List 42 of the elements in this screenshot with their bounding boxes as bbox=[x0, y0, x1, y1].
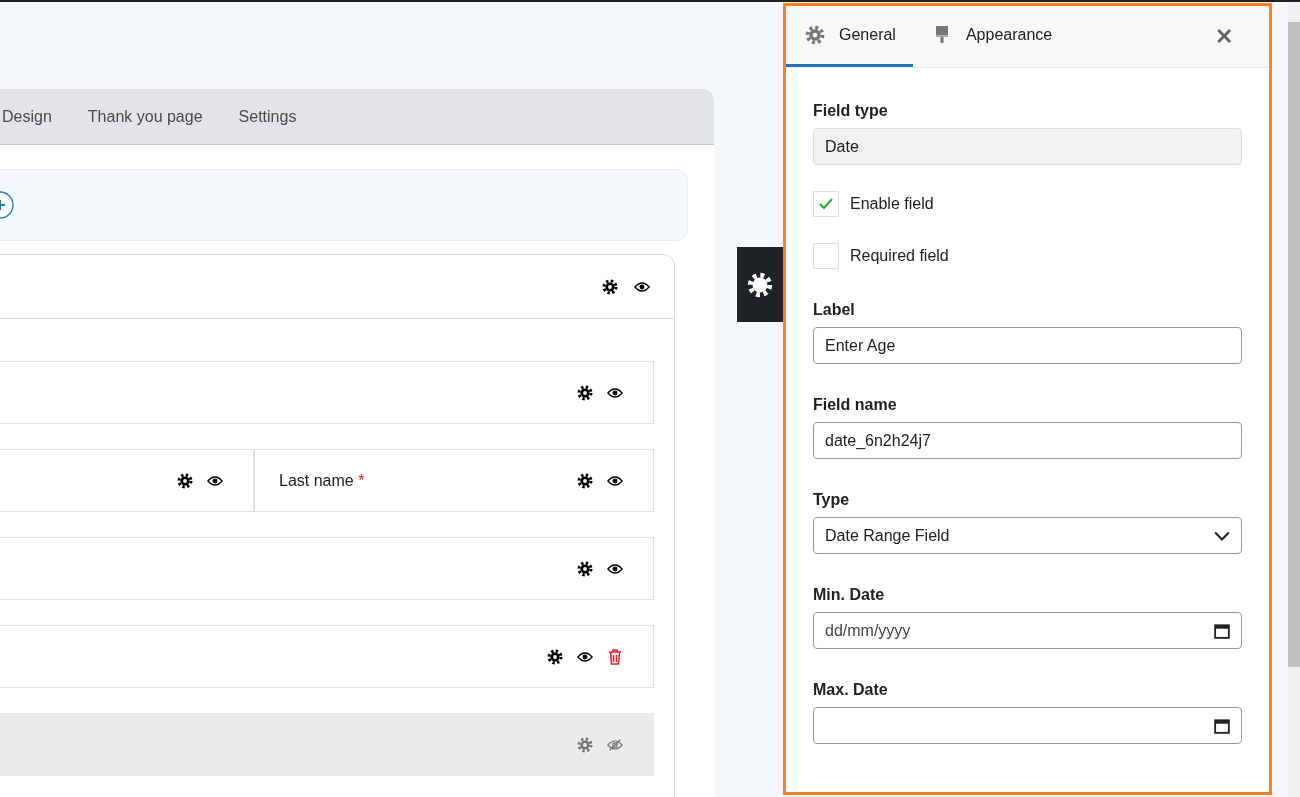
checkbox[interactable] bbox=[813, 191, 839, 217]
settings-icon[interactable] bbox=[602, 278, 618, 295]
date-field[interactable]: dd/mm/yyyy bbox=[813, 612, 1242, 649]
settings-icon[interactable] bbox=[577, 560, 593, 577]
field-label: Type bbox=[813, 491, 851, 509]
input-field[interactable]: Enter Age bbox=[813, 327, 1242, 364]
checkbox[interactable] bbox=[813, 243, 839, 269]
field-label: Max. Date bbox=[813, 681, 889, 699]
checkbox-label: Required field bbox=[850, 247, 949, 265]
field-label: Field name bbox=[813, 396, 898, 414]
checkmark-icon bbox=[819, 198, 833, 210]
panel-tab[interactable]: General bbox=[786, 6, 913, 67]
field-row[interactable] bbox=[0, 361, 654, 424]
select-field[interactable]: Date Range Field bbox=[813, 517, 1242, 554]
settings-icon[interactable] bbox=[577, 472, 593, 489]
calendar-icon[interactable] bbox=[1214, 622, 1230, 639]
field-label: Field type bbox=[813, 102, 889, 120]
gear-icon bbox=[805, 25, 825, 45]
settings-toggle[interactable] bbox=[737, 247, 783, 322]
field-label: Last name * bbox=[279, 471, 365, 490]
eye-slash-icon[interactable] bbox=[607, 736, 623, 753]
calendar-icon[interactable] bbox=[1214, 717, 1230, 734]
checkbox-label: Enable field bbox=[850, 195, 934, 213]
date-field[interactable] bbox=[813, 707, 1242, 744]
close-button[interactable]: ✕ bbox=[1215, 23, 1233, 50]
builder-tab[interactable]: Design bbox=[2, 107, 52, 126]
field-row[interactable]: Last name * bbox=[0, 449, 654, 512]
settings-icon[interactable] bbox=[547, 648, 563, 665]
field-row[interactable] bbox=[0, 625, 654, 688]
field-label: Label bbox=[813, 301, 856, 319]
panel-tab[interactable]: Appearance bbox=[912, 6, 1070, 67]
builder-tab[interactable]: Settings bbox=[238, 107, 297, 126]
trash-icon[interactable] bbox=[607, 648, 623, 665]
input-field[interactable]: date_6n2h24j7 bbox=[813, 422, 1242, 459]
settings-icon[interactable] bbox=[177, 472, 193, 489]
settings-icon[interactable] bbox=[577, 384, 593, 401]
readonly-field: Date bbox=[813, 128, 1242, 165]
scrollbar-thumb[interactable] bbox=[1288, 22, 1300, 667]
field-row[interactable] bbox=[0, 537, 654, 600]
builder-tab[interactable]: Thank you page bbox=[87, 107, 203, 126]
field-row[interactable] bbox=[0, 713, 654, 776]
field-label: Min. Date bbox=[813, 586, 886, 604]
